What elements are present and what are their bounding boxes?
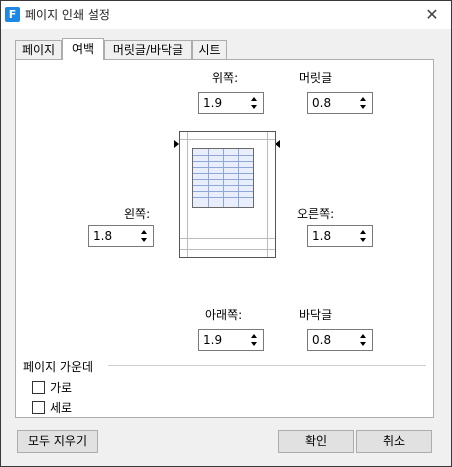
tab-sheet[interactable]: 시트 <box>192 40 227 59</box>
right-guide <box>267 132 268 257</box>
ok-button[interactable]: 확인 <box>278 430 354 453</box>
print-area-grid <box>192 148 254 208</box>
header-margin-value: 0.8 <box>312 96 332 110</box>
spin-arrows-icon[interactable] <box>251 96 259 110</box>
group-divider <box>108 365 426 366</box>
right-margin-label: 오른쪽: <box>297 207 335 221</box>
bottom-margin-value: 1.9 <box>203 333 223 347</box>
left-margin-label: 왼쪽: <box>124 207 151 221</box>
spin-arrows-icon[interactable] <box>360 333 368 347</box>
header-margin-label: 머릿글 <box>299 71 333 85</box>
cancel-button[interactable]: 취소 <box>356 430 432 453</box>
margin-preview <box>179 131 276 258</box>
footer-margin-label: 바닥글 <box>299 308 333 322</box>
footer-margin-spinner[interactable]: 0.8 <box>307 329 373 351</box>
center-vertical-label[interactable]: 세로 <box>50 399 72 416</box>
dialog-body: 페이지 여백 머릿글/바닥글 시트 위쪽: 1.9 머릿글 0.8 왼쪽: 1.… <box>1 29 451 466</box>
center-horizontal-checkbox[interactable] <box>32 381 45 394</box>
header-guide <box>180 139 275 140</box>
right-margin-spinner[interactable]: 1.8 <box>307 225 373 247</box>
footer-guide <box>180 249 275 250</box>
left-margin-spinner[interactable]: 1.8 <box>88 225 154 247</box>
spin-arrows-icon[interactable] <box>251 333 259 347</box>
bottom-guide <box>180 238 275 239</box>
header-margin-spinner[interactable]: 0.8 <box>307 92 373 114</box>
margins-panel: 위쪽: 1.9 머릿글 0.8 왼쪽: 1.8 오른쪽: 1.8 아래쪽: 1.… <box>15 59 434 418</box>
center-on-page-title: 페이지 가운데 <box>23 360 94 374</box>
footer-margin-value: 0.8 <box>312 333 332 347</box>
title-bar: F 페이지 인쇄 설정 ✕ <box>1 1 451 29</box>
right-margin-value: 1.8 <box>312 229 332 243</box>
close-icon[interactable]: ✕ <box>421 5 443 25</box>
page-setup-dialog: F 페이지 인쇄 설정 ✕ 페이지 여백 머릿글/바닥글 시트 위쪽: 1.9 … <box>0 0 452 467</box>
center-vertical-checkbox[interactable] <box>32 401 45 414</box>
top-margin-label: 위쪽: <box>212 71 239 85</box>
left-margin-value: 1.8 <box>93 229 113 243</box>
spin-arrows-icon[interactable] <box>360 96 368 110</box>
tab-margins[interactable]: 여백 <box>62 38 104 60</box>
clear-all-button[interactable]: 모두 지우기 <box>17 430 98 453</box>
top-margin-spinner[interactable]: 1.9 <box>198 92 264 114</box>
left-guide <box>187 132 188 257</box>
tab-page[interactable]: 페이지 <box>15 40 62 59</box>
top-margin-value: 1.9 <box>203 96 223 110</box>
app-logo-icon: F <box>5 7 20 22</box>
bottom-margin-spinner[interactable]: 1.9 <box>198 329 264 351</box>
bottom-margin-label: 아래쪽: <box>205 308 243 322</box>
spin-arrows-icon[interactable] <box>141 229 149 243</box>
dialog-title: 페이지 인쇄 설정 <box>25 8 110 22</box>
center-horizontal-label[interactable]: 가로 <box>50 379 72 396</box>
tab-header-footer[interactable]: 머릿글/바닥글 <box>104 40 192 59</box>
spin-arrows-icon[interactable] <box>360 229 368 243</box>
